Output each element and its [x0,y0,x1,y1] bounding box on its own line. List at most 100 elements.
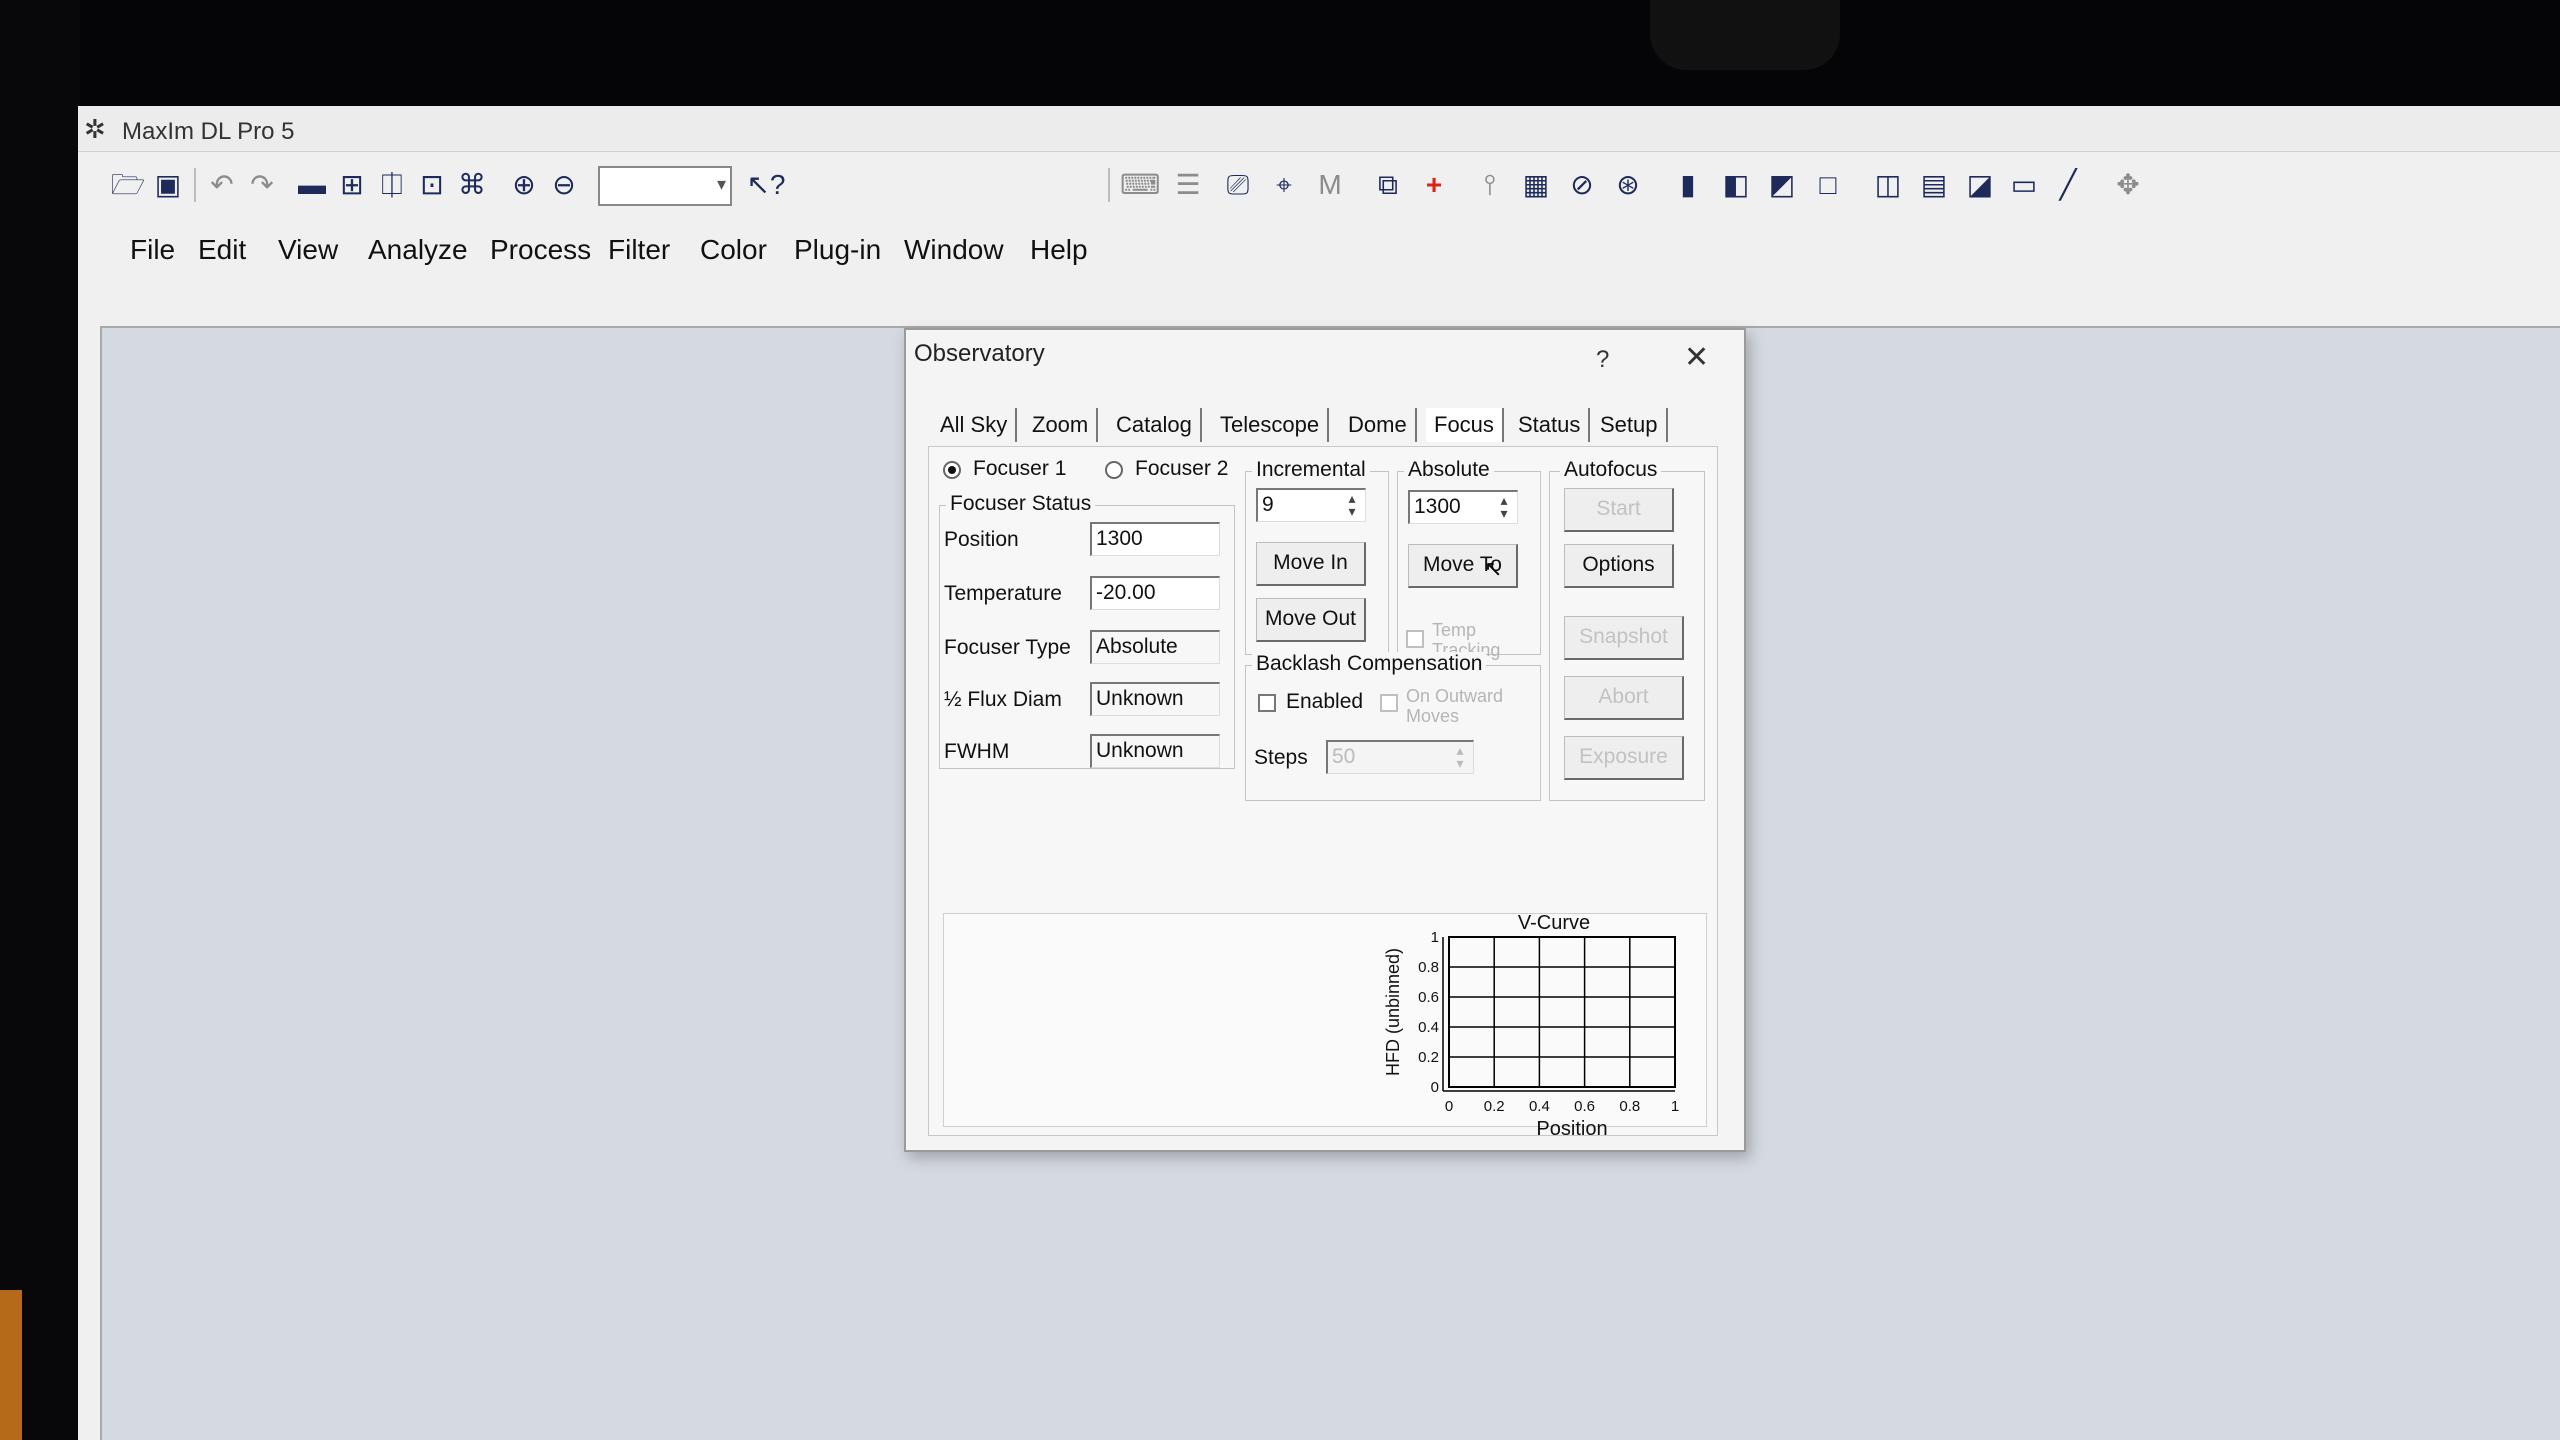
focuser-2-radio[interactable] [1105,461,1123,479]
close-icon[interactable]: ✕ [1684,340,1709,375]
temp-tracking-checkbox[interactable] [1406,630,1424,648]
zoom-in-icon[interactable]: ⊕ [504,166,544,204]
undo-icon[interactable]: ↶ [202,166,242,204]
focuser-2-label: Focuser 2 [1135,457,1229,480]
spin-arrows-icon[interactable]: ▴ ▾ [1449,743,1471,772]
tab-telescope[interactable]: Telescope [1212,408,1330,442]
circle-slash-icon[interactable]: ⊘ [1562,166,1602,204]
autofocus-start-button[interactable]: Start [1564,488,1674,532]
stack-icon[interactable]: ◩ [1762,166,1802,204]
focus-tab-panel: Focuser 1 Focuser 2 Focuser Status Posit… [928,446,1718,1140]
temperature-field: -20.00 [1090,576,1220,610]
steps-label: Steps [1254,746,1308,769]
incremental-step-value: 9 [1262,493,1274,516]
move-icon[interactable]: ✥ [2108,166,2148,204]
position-field: 1300 [1090,522,1220,556]
thermometer-icon[interactable]: ⫯ [1470,166,1510,204]
abort-button[interactable]: Abort [1564,676,1684,720]
layers-icon[interactable]: ◧ [1716,166,1756,204]
monitor-bezel-top [0,0,2560,110]
menu-color[interactable]: Color [700,234,767,266]
line-icon[interactable]: ╱ [2048,166,2088,204]
desk-object [0,1290,22,1440]
open-folder-icon[interactable]: 🗁 [108,166,148,204]
absolute-group: Absolute 1300 ▴ ▾ Move To ↖ Temp Tracking [1397,458,1541,660]
chart-y-tick-label: 0.2 [1418,1049,1439,1066]
move-in-button[interactable]: Move In [1256,542,1366,586]
chart-y-label: HFD (unbinned) [1383,948,1403,1076]
spin-arrows-icon[interactable]: ▴ ▾ [1341,491,1363,520]
menu-edit[interactable]: Edit [198,234,246,266]
temperature-label: Temperature [944,582,1062,605]
panel-left-icon[interactable]: ◫ [1868,166,1908,204]
crosshair-add-icon[interactable]: + [1414,166,1454,204]
backlash-group: Backlash Compensation Enabled On Outward… [1245,652,1541,801]
zoom-combo[interactable]: ▾ [598,166,732,206]
focuser-1-label: Focuser 1 [973,457,1067,480]
chart-y-tick-label: 0.6 [1418,989,1439,1006]
edit-panel-icon[interactable]: ◪ [1960,166,2000,204]
incremental-step-input[interactable]: 9 ▴ ▾ [1256,488,1366,522]
flip-icon[interactable]: ⎅ [372,166,412,204]
menu-help[interactable]: Help [1030,234,1088,266]
on-outward-checkbox[interactable] [1380,694,1398,712]
histogram-icon[interactable]: ▮ [1668,166,1708,204]
move-out-button[interactable]: Move Out [1256,598,1366,642]
chart-x-tick-label: 0 [1445,1098,1453,1115]
lock-icon[interactable]: ⊡ [412,166,452,204]
steps-input[interactable]: 50 ▴ ▾ [1326,740,1474,774]
menu-view[interactable]: View [278,234,338,266]
snapshot-button[interactable]: Snapshot [1564,616,1684,660]
tab-zoom[interactable]: Zoom [1024,408,1099,442]
absolute-position-input[interactable]: 1300 ▴ ▾ [1408,490,1518,524]
menu-file[interactable]: File [130,234,175,266]
toolbar-separator [1108,168,1110,202]
spin-arrows-icon[interactable]: ▴ ▾ [1493,493,1515,522]
circle-target-icon[interactable]: ⊛ [1608,166,1648,204]
settings-icon[interactable]: ⌘ [452,166,492,204]
chart-x-tick-label: 1 [1671,1098,1679,1115]
minus-bar-icon[interactable]: ▭ [2004,166,2044,204]
zoom-out-icon[interactable]: ⊖ [544,166,584,204]
tab-focus[interactable]: Focus [1426,408,1504,442]
incremental-title: Incremental [1252,458,1370,482]
tab-dome[interactable]: Dome [1340,408,1417,442]
tab-catalog[interactable]: Catalog [1108,408,1202,442]
tab-setup[interactable]: Setup [1592,408,1668,442]
context-help-icon[interactable]: ↖? [746,166,786,204]
title-bar[interactable]: ✲ MaxIm DL Pro 5 [78,106,2560,152]
backlash-enabled-checkbox[interactable] [1258,694,1276,712]
grid-icon[interactable]: ▦ [1516,166,1556,204]
menu-analyze[interactable]: Analyze [368,234,468,266]
incremental-group: Incremental 9 ▴ ▾ Move In Move Out [1245,458,1389,655]
menu-process[interactable]: Process [490,234,591,266]
toolbar-separator [194,168,196,202]
focuser-1-radio[interactable] [943,461,961,479]
list-icon[interactable]: ☰ [1168,166,1208,204]
on-outward-label: On Outward Moves [1406,686,1504,726]
chart-x-tick-label: 0.2 [1484,1098,1505,1115]
frame-icon[interactable]: □ [1808,166,1848,204]
autofocus-options-button[interactable]: Options [1564,544,1674,588]
exposure-button[interactable]: Exposure [1564,736,1684,780]
tab-status[interactable]: Status [1510,408,1591,442]
v-curve-chart: 0 0.2 0.4 0.6 0.8 1 0 0.2 0.4 0.6 0.8 1 V-Curve Posit… [1339,907,1699,1140]
redo-icon[interactable]: ↷ [242,166,282,204]
menu-plugin[interactable]: Plug-in [794,234,881,266]
panel-icon[interactable]: ▤ [1914,166,1954,204]
tab-all-sky[interactable]: All Sky [932,408,1018,442]
menu-window[interactable]: Window [904,234,1004,266]
image-icon[interactable]: ▬ [292,166,332,204]
screen-stretch-icon[interactable]: ⊞ [332,166,372,204]
menu-filter[interactable]: Filter [608,234,670,266]
monitor-bezel-left [0,0,80,1440]
camera-icon[interactable]: ⎚ [1218,166,1258,204]
help-icon[interactable]: ? [1596,346,1609,374]
fwhm-field: Unknown [1090,734,1220,768]
save-icon[interactable]: ▣ [148,166,188,204]
copy-icon[interactable]: ⧉ [1368,166,1408,204]
keyboard-icon[interactable]: ⌨ [1120,166,1160,204]
marker-icon[interactable]: M [1310,166,1350,204]
telescope-icon[interactable]: ⌖ [1264,166,1304,204]
flux-diam-label: ½ Flux Diam [944,688,1062,711]
